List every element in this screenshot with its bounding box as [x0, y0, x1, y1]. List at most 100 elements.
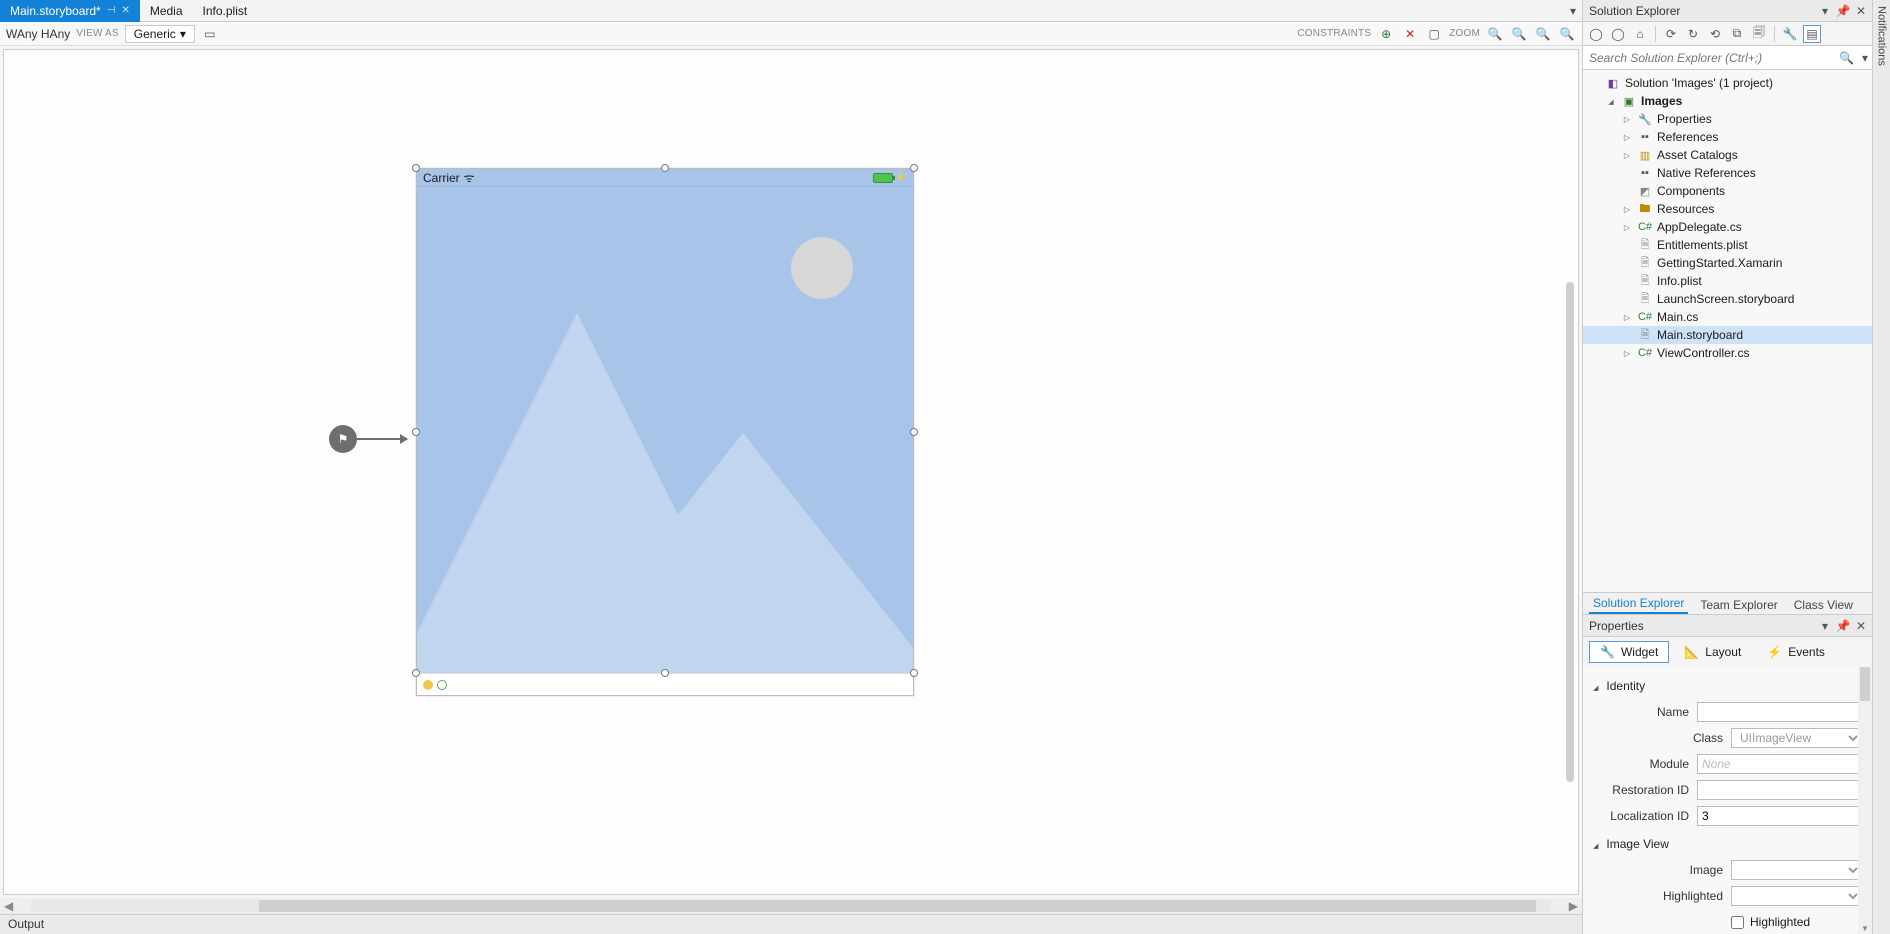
tab-class-view[interactable]: Class View	[1790, 596, 1857, 614]
highlighted-checkbox[interactable]	[1731, 916, 1744, 929]
scene-view-controller[interactable]: Carrier ᯤ ⚡	[416, 168, 914, 696]
tree-item[interactable]: 🗎Info.plist	[1583, 272, 1872, 290]
storyboard-canvas[interactable]: ⚑ Carrier ᯤ ⚡	[3, 49, 1579, 895]
properties-icon[interactable]: 🔧	[1781, 25, 1799, 43]
pending-changes-icon[interactable]: ↻	[1684, 25, 1702, 43]
sync-icon[interactable]: ⟳	[1662, 25, 1680, 43]
constraint-remove-icon[interactable]: ✕	[1401, 25, 1419, 43]
expand-arrow-icon[interactable]	[1621, 114, 1633, 124]
tree-item[interactable]: ▥Asset Catalogs	[1583, 146, 1872, 164]
search-options-icon[interactable]: ▾	[1858, 51, 1872, 65]
home-icon[interactable]: ⌂	[1631, 25, 1649, 43]
resize-handle[interactable]	[661, 669, 669, 677]
tab-main-storyboard[interactable]: Main.storyboard* ⊣ ✕	[0, 0, 140, 22]
scrollbar-thumb[interactable]	[259, 900, 1535, 912]
zoom-in-icon[interactable]: 🔍	[1558, 25, 1576, 43]
tree-item[interactable]: ▣Images	[1583, 92, 1872, 110]
tree-item[interactable]: ◧Solution 'Images' (1 project)	[1583, 74, 1872, 92]
forward-icon[interactable]: ◯	[1609, 25, 1627, 43]
constraint-add-icon[interactable]: ⊕	[1377, 25, 1395, 43]
pin-icon[interactable]: ⊣	[107, 5, 116, 16]
tab-team-explorer[interactable]: Team Explorer	[1696, 596, 1781, 614]
notifications-sidebar[interactable]: Notifications	[1872, 0, 1890, 934]
scroll-right-icon[interactable]: ▶	[1565, 899, 1582, 913]
expand-arrow-icon[interactable]	[1605, 96, 1617, 106]
highlighted-field[interactable]	[1731, 886, 1862, 906]
tab-events[interactable]: ⚡ Events	[1756, 641, 1836, 663]
resize-handle[interactable]	[910, 669, 918, 677]
resize-handle[interactable]	[910, 428, 918, 436]
preview-selected-icon[interactable]: ▤	[1803, 25, 1821, 43]
search-icon[interactable]: 🔍	[1835, 51, 1858, 65]
tree-item[interactable]: 🖿Resources	[1583, 200, 1872, 218]
first-responder-icon[interactable]	[437, 680, 447, 690]
localization-id-field[interactable]	[1697, 806, 1862, 826]
size-class-label[interactable]: WAny HAny	[6, 27, 70, 41]
expand-arrow-icon[interactable]	[1621, 204, 1633, 214]
window-position-icon[interactable]: ▾	[1818, 619, 1832, 633]
expand-arrow-icon[interactable]	[1621, 222, 1633, 232]
constraint-frame-icon[interactable]: ▢	[1425, 25, 1443, 43]
pin-icon[interactable]: 📌	[1836, 619, 1850, 633]
tree-item[interactable]: 🗎GettingStarted.Xamarin	[1583, 254, 1872, 272]
name-field[interactable]	[1697, 702, 1862, 722]
tab-info-plist[interactable]: Info.plist	[193, 0, 258, 22]
tree-item[interactable]: C#ViewController.cs	[1583, 344, 1872, 362]
pin-icon[interactable]: 📌	[1836, 4, 1850, 18]
orientation-toggle-icon[interactable]: ▭	[201, 25, 219, 43]
horizontal-scrollbar[interactable]: ◀ ▶	[0, 898, 1582, 914]
module-field[interactable]	[1697, 754, 1862, 774]
refresh-icon[interactable]: ⟲	[1706, 25, 1724, 43]
image-field[interactable]	[1731, 860, 1862, 880]
tree-item[interactable]: ◩Components	[1583, 182, 1872, 200]
resize-handle[interactable]	[661, 164, 669, 172]
zoom-fit-icon[interactable]: 🔍	[1486, 25, 1504, 43]
scroll-down-icon[interactable]: ▼	[1860, 922, 1870, 934]
tree-item[interactable]: 🔧Properties	[1583, 110, 1872, 128]
ui-image-view[interactable]	[417, 187, 913, 673]
expand-arrow-icon[interactable]	[1621, 348, 1633, 358]
tree-item[interactable]: C#Main.cs	[1583, 308, 1872, 326]
close-icon[interactable]: ✕	[1854, 4, 1868, 18]
tree-item[interactable]: C#AppDelegate.cs	[1583, 218, 1872, 236]
tab-widget[interactable]: 🔧 Widget	[1589, 641, 1669, 663]
expand-arrow-icon[interactable]	[1621, 132, 1633, 142]
resize-handle[interactable]	[412, 164, 420, 172]
expand-arrow-icon[interactable]	[1621, 312, 1633, 322]
expand-arrow-icon[interactable]	[1621, 150, 1633, 160]
tree-item[interactable]: 🗎Main.storyboard	[1583, 326, 1872, 344]
scroll-left-icon[interactable]: ◀	[0, 899, 17, 913]
section-image-view[interactable]: Image View	[1593, 837, 1862, 851]
close-icon[interactable]: ✕	[121, 5, 129, 16]
tree-item[interactable]: ▪▪Native References	[1583, 164, 1872, 182]
section-identity[interactable]: Identity	[1593, 679, 1862, 693]
tab-solution-explorer[interactable]: Solution Explorer	[1589, 594, 1688, 614]
tab-layout[interactable]: 📐 Layout	[1673, 641, 1752, 663]
scrollbar-thumb[interactable]	[1860, 667, 1870, 701]
output-panel-tab[interactable]: Output	[0, 914, 1582, 934]
collapse-all-icon[interactable]: ⧉	[1728, 25, 1746, 43]
tree-item[interactable]: 🗎Entitlements.plist	[1583, 236, 1872, 254]
resize-handle[interactable]	[412, 669, 420, 677]
window-position-icon[interactable]: ▾	[1818, 4, 1832, 18]
properties-scrollbar[interactable]: ▲ ▼	[1858, 667, 1872, 934]
tree-item[interactable]: ▪▪References	[1583, 128, 1872, 146]
zoom-out-icon[interactable]: 🔍	[1510, 25, 1528, 43]
view-as-dropdown[interactable]: Generic ▾	[125, 25, 195, 43]
resize-handle[interactable]	[910, 164, 918, 172]
restoration-id-field[interactable]	[1697, 780, 1862, 800]
search-input[interactable]	[1583, 51, 1835, 65]
show-all-files-icon[interactable]: 🗐	[1750, 25, 1768, 43]
class-field[interactable]: UIImageView	[1731, 728, 1862, 748]
solution-tree[interactable]: ◧Solution 'Images' (1 project)▣Images🔧Pr…	[1583, 70, 1872, 592]
back-icon[interactable]: ◯	[1587, 25, 1605, 43]
tree-item[interactable]: 🗎LaunchScreen.storyboard	[1583, 290, 1872, 308]
view-controller-icon[interactable]	[423, 680, 433, 690]
tab-overflow-button[interactable]: ▾	[1564, 4, 1582, 18]
vertical-scrollbar[interactable]	[1566, 282, 1574, 782]
zoom-actual-icon[interactable]: 🔍	[1534, 25, 1552, 43]
resize-handle[interactable]	[412, 428, 420, 436]
close-icon[interactable]: ✕	[1854, 619, 1868, 633]
initial-scene-indicator[interactable]: ⚑	[329, 425, 407, 453]
tab-media[interactable]: Media	[140, 0, 193, 22]
